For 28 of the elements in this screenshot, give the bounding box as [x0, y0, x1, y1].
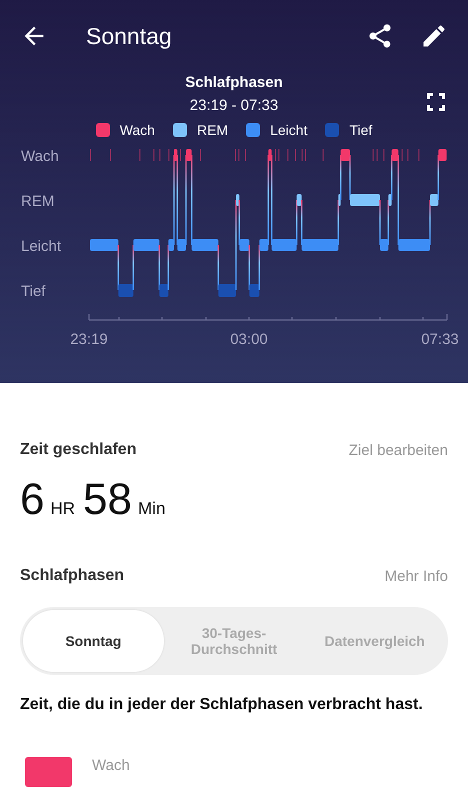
fullscreen-icon[interactable] — [426, 92, 446, 112]
segment-tab[interactable]: 30-Tages-Durchschnitt — [164, 610, 304, 672]
stage-label: Wach — [92, 757, 130, 774]
edit-goal-link[interactable]: Ziel bearbeiten — [348, 442, 448, 458]
legend-label: Tief — [349, 122, 372, 138]
hours-unit: HR — [50, 499, 76, 519]
section-title: Zeit geschlafen — [20, 441, 136, 459]
time-range: 23:19 - 07:33 — [190, 97, 278, 114]
hours-value: 6 — [20, 475, 44, 525]
axis-label: 03:00 — [230, 331, 268, 348]
axis-label: Wach — [21, 148, 59, 165]
segment-tab[interactable]: Datenvergleich — [304, 610, 446, 672]
segment-tab[interactable]: Sonntag — [23, 610, 164, 672]
legend-label: Leicht — [270, 122, 308, 138]
chart-title: Schlafphasen — [185, 74, 283, 91]
description-text: Zeit, die du in jeder der Schlafphasen verbracht hast. — [20, 695, 424, 715]
axis-label: 07:33 — [421, 331, 459, 348]
section-title: Schlafphasen — [20, 567, 124, 585]
axis-label: Leicht — [21, 238, 62, 255]
axis-label: 23:19 — [70, 331, 108, 348]
axis-label: REM — [21, 193, 54, 210]
minutes-value: 58 — [83, 475, 132, 525]
legend-label: Wach — [120, 122, 155, 138]
page-title: Sonntag — [86, 22, 173, 50]
legend-label: REM — [196, 122, 228, 138]
minutes-unit: Min — [138, 499, 166, 519]
more-info-link[interactable]: Mehr Info — [384, 568, 448, 584]
axis-label: Tief — [21, 283, 46, 300]
